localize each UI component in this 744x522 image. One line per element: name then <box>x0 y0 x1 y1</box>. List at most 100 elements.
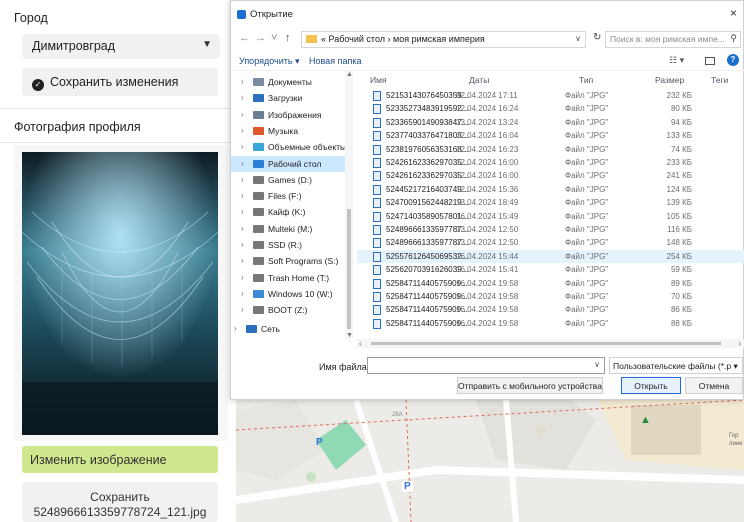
tree-item[interactable]: › Объемные объекты <box>231 139 346 155</box>
scroll-down-icon[interactable]: ▼ <box>346 332 353 339</box>
scrollbar-thumb[interactable] <box>347 209 351 329</box>
send-from-mobile-button[interactable]: Отправить с мобильного устройства <box>457 377 603 394</box>
tree-item[interactable]: › Изображения <box>231 107 345 123</box>
drive-icon <box>253 273 264 282</box>
parking-icon[interactable]: P <box>402 481 413 492</box>
expand-chevron-icon[interactable]: › <box>241 240 244 249</box>
scroll-right-icon[interactable]: › <box>738 339 741 348</box>
tree-item[interactable]: › BOOT (Z:) <box>231 302 345 318</box>
view-options-icon[interactable]: ☷ ▾ <box>669 55 684 66</box>
tree-item[interactable]: › Multeki (M:) <box>231 221 345 237</box>
expand-chevron-icon[interactable]: › <box>241 273 244 282</box>
expand-chevron-icon[interactable]: › <box>241 77 244 86</box>
file-list-scrollbar[interactable]: ‹ › <box>357 339 744 348</box>
tree-item[interactable]: › Сеть <box>231 321 345 337</box>
file-row[interactable]: 52489666133597787... 13.04.2024 12:50 Файл… <box>357 236 744 249</box>
file-row[interactable]: 52557612645069532... 16.04.2024 15:44 Файл… <box>357 249 744 263</box>
chevron-down-icon[interactable]: ∨ <box>575 34 581 43</box>
save-photo-button[interactable]: Сохранить 5248966613359778724_121.jpg <box>22 482 218 522</box>
file-row[interactable]: 52584711440575909... 16.04.2024 19:58 Файл… <box>357 303 744 316</box>
file-row[interactable]: 52426162336297035... 12.04.2024 16:00 Файл… <box>357 156 744 169</box>
tree-scrollbar[interactable]: ▲ ▼ <box>345 71 353 339</box>
image-file-icon <box>373 184 381 195</box>
column-type[interactable]: Тип <box>579 75 593 85</box>
back-arrow-icon[interactable]: ← <box>239 32 250 44</box>
expand-chevron-icon[interactable]: › <box>241 142 244 151</box>
tree-item[interactable]: › Soft Programs (S:) <box>231 253 345 269</box>
help-icon[interactable]: ? <box>727 54 739 66</box>
tree-item[interactable]: › Музыка <box>231 123 345 139</box>
tree-item[interactable]: › Загрузки <box>231 90 345 106</box>
refresh-icon[interactable]: ↻ <box>593 32 601 43</box>
file-type: Файл "JPG" <box>565 171 609 181</box>
expand-chevron-icon[interactable]: › <box>241 175 244 184</box>
file-row[interactable]: 52445217216403749... 12.04.2024 15:36 Файл… <box>357 183 744 196</box>
file-row[interactable]: 52335273483919592... 12.04.2024 16:24 Файл… <box>357 102 744 115</box>
file-date: 12.04.2024 16:04 <box>456 131 519 141</box>
expand-chevron-icon[interactable]: › <box>241 110 244 119</box>
expand-chevron-icon[interactable]: › <box>241 305 244 314</box>
tree-item[interactable]: › SSD (R:) <box>231 237 345 253</box>
file-size: 233 КБ <box>666 158 692 167</box>
forward-arrow-icon[interactable]: → <box>255 32 266 44</box>
tree-item[interactable]: › Документы <box>231 74 345 90</box>
new-folder-button[interactable]: Новая папка <box>309 56 361 66</box>
filename-input[interactable]: ∨ <box>367 357 605 374</box>
tree-item[interactable]: › Files (F:) <box>231 188 345 204</box>
file-row[interactable]: 52584711440575909... 16.04.2024 19:58 Файл… <box>357 317 744 330</box>
file-row[interactable]: 52336590149093847... 13.04.2024 13:24 Файл… <box>357 116 744 129</box>
scroll-left-icon[interactable]: ‹ <box>359 339 362 348</box>
tree-item[interactable]: › Рабочий стол <box>231 155 345 172</box>
search-input[interactable]: Поиск в: моя римская импе... ⚲ <box>605 31 741 48</box>
expand-chevron-icon[interactable]: › <box>241 159 244 168</box>
tree-item[interactable]: › Кайф (K:) <box>231 204 345 220</box>
up-arrow-icon[interactable]: ↑ <box>285 32 291 44</box>
expand-chevron-icon[interactable]: › <box>234 324 237 333</box>
file-row[interactable]: 52377403376471803... 12.04.2024 16:04 Файл… <box>357 129 744 142</box>
file-row[interactable]: 52584711440575909... 16.04.2024 19:58 Файл… <box>357 277 744 290</box>
preview-pane-icon[interactable] <box>705 57 715 65</box>
file-row[interactable]: 52426162336297035... 12.04.2024 16:00 Файл… <box>357 169 744 182</box>
parking-icon[interactable]: P <box>316 437 323 448</box>
expand-chevron-icon[interactable]: › <box>241 191 244 200</box>
file-size: 80 КБ <box>670 104 692 114</box>
city-select[interactable]: Димитровград ▼ <box>22 34 220 59</box>
scroll-up-icon[interactable]: ▲ <box>346 71 353 78</box>
expand-chevron-icon[interactable]: › <box>241 93 244 102</box>
drive-icon <box>253 224 264 233</box>
poi-icon[interactable]: ▲ <box>640 414 651 426</box>
chevron-down-icon[interactable]: ∨ <box>594 360 600 369</box>
file-type-filter[interactable]: Пользовательские файлы (*.p ▾ <box>609 357 743 374</box>
cancel-button[interactable]: Отмена <box>685 377 743 394</box>
tree-item[interactable]: › Windows 10 (W:) <box>231 286 345 302</box>
tree-item-label: Games (D:) <box>268 174 312 185</box>
expand-chevron-icon[interactable]: › <box>241 126 244 135</box>
file-row[interactable]: 52381976056353168... 12.04.2024 16:23 Файл… <box>357 143 744 156</box>
file-row[interactable]: 52584711440575909... 16.04.2024 19:58 Файл… <box>357 290 744 303</box>
tree-item[interactable]: › Trash Home (T:) <box>231 270 345 286</box>
column-date[interactable]: Даты <box>469 75 489 85</box>
file-row[interactable]: 52562070391626039... 16.04.2024 15:41 Файл… <box>357 263 744 276</box>
open-button[interactable]: Открыть <box>621 377 681 394</box>
organize-button[interactable]: Упорядочить ▾ <box>239 56 300 67</box>
column-tags[interactable]: Теги <box>711 75 728 85</box>
expand-chevron-icon[interactable]: › <box>241 207 244 216</box>
tree-item-label: Сеть <box>261 323 280 334</box>
recent-locations-icon[interactable]: ˅ <box>271 32 277 44</box>
file-row[interactable]: 52471403589057801... 16.04.2024 15:49 Файл… <box>357 210 744 223</box>
expand-chevron-icon[interactable]: › <box>241 224 244 233</box>
scrollbar-thumb[interactable] <box>371 342 721 345</box>
file-row[interactable]: 52470091562448219... 13.04.2024 18:49 Файл… <box>357 196 744 209</box>
file-row[interactable]: 52153143076450359... 02.04.2024 17:11 Файл… <box>357 89 744 102</box>
tree-item[interactable]: › Games (D:) <box>231 172 345 188</box>
expand-chevron-icon[interactable]: › <box>241 256 244 265</box>
close-icon[interactable]: × <box>730 6 737 20</box>
address-bar[interactable]: « Рабочий стол › моя римская империя ∨ <box>301 31 586 48</box>
save-changes-button[interactable]: ✓ Сохранить изменения <box>22 68 218 96</box>
column-size[interactable]: Размер <box>655 75 684 85</box>
file-row[interactable]: 52489666133597787... 13.04.2024 12:50 Файл… <box>357 223 744 236</box>
expand-chevron-icon[interactable]: › <box>241 289 244 298</box>
change-image-button[interactable]: Изменить изображение <box>22 446 218 473</box>
column-name[interactable]: Имя <box>370 75 387 85</box>
dialog-titlebar[interactable]: Открытие × <box>231 1 744 29</box>
